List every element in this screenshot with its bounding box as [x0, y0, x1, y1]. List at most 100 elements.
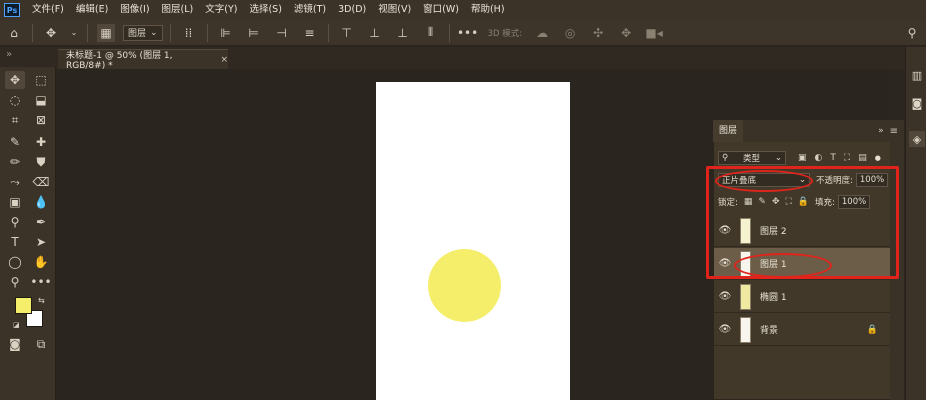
document-tab[interactable]: 未标题-1 @ 50% (图层 1, RGB/8#) * × [58, 49, 228, 71]
divider [448, 23, 450, 42]
filter-smart-object-icon[interactable]: ▤ [858, 153, 867, 163]
eyedropper-tool-icon[interactable]: ✎ [5, 133, 25, 151]
clone-stamp-tool-icon[interactable]: ⛊ [31, 153, 51, 171]
blur-tool-icon[interactable]: 💧 [31, 193, 51, 211]
default-colors-icon[interactable]: ◪ [13, 321, 20, 329]
panel-menu-icon[interactable]: ≡ [890, 126, 898, 137]
menu-select[interactable]: 选择(S) [243, 0, 287, 20]
filter-adjustment-icon[interactable]: ◐ [815, 153, 823, 163]
brush-tool-icon[interactable]: ✏ [5, 153, 25, 171]
layers-panel-tab[interactable]: 图层 [713, 120, 744, 142]
filter-toggle-icon[interactable]: ● [875, 154, 881, 162]
gradient-tool-icon[interactable]: ▣ [5, 193, 25, 211]
photoshop-logo-icon: Ps [4, 3, 20, 17]
layer-row[interactable]: 👁 椭圆 1 [714, 281, 890, 313]
eraser-tool-icon[interactable]: ⌫ [31, 173, 51, 191]
yellow-ellipse-shape[interactable] [428, 249, 501, 322]
lasso-tool-icon[interactable]: ◌ [5, 91, 25, 109]
3d-mode-label: 3D 模式: [487, 28, 523, 39]
close-icon[interactable]: × [220, 55, 228, 65]
home-icon[interactable]: ⌂ [5, 24, 23, 42]
divider [169, 23, 171, 42]
3d-scale-icon[interactable]: ■◂ [645, 24, 663, 42]
collapse-panel-icon[interactable]: » [6, 49, 12, 60]
layer-name: 椭圆 1 [760, 293, 787, 303]
align-top-icon[interactable]: ⊤ [338, 24, 356, 42]
healing-brush-tool-icon[interactable]: ✚ [31, 133, 51, 151]
align-bottom-icon[interactable]: ⊥ [394, 24, 412, 42]
object-selection-tool-icon[interactable]: ⬓ [31, 91, 51, 109]
menu-file[interactable]: 文件(F) [26, 0, 70, 20]
auto-select-dropdown[interactable]: 图层 ⌄ [123, 24, 163, 41]
libraries-icon[interactable]: ◙ [909, 95, 925, 111]
3d-orbit-icon[interactable]: ☁ [533, 24, 551, 42]
move-tool-icon[interactable]: ✥ [5, 71, 25, 89]
tools-panel: ✥ ⬚ ◌ ⬓ ⌗ ⊠ ✎ ✚ ✏ ⛊ ⤳ ⌫ ▣ 💧 ⚲ ✒ T ➤ ◯ ✋ … [0, 67, 56, 400]
divider [327, 23, 329, 42]
layer-name: 背景 [760, 326, 779, 336]
distribute-vertical-icon[interactable]: ⫴ [422, 24, 440, 42]
menu-layer[interactable]: 图层(L) [156, 0, 200, 20]
dodge-tool-icon[interactable]: ⚲ [5, 213, 25, 231]
foreground-color-swatch[interactable] [15, 297, 32, 314]
ellipse-tool-icon[interactable]: ◯ [5, 253, 25, 271]
annotation-blend-mode-ellipse [715, 170, 813, 192]
3d-slide-icon[interactable]: ✥ [617, 24, 635, 42]
options-bar: ⌂ ✥ ⌄ ▦ 图层 ⌄ ⁞⁞ ⊫ ⊨ ⊣ ≡ ⊤ ⊥ ⊥ ⫴ ••• 3D 模… [0, 20, 926, 46]
marquee-tool-icon[interactable]: ⬚ [31, 71, 51, 89]
layer-row[interactable]: 👁 背景 🔒 [714, 314, 890, 346]
layers-panel-header: 图层 » ≡ [713, 120, 904, 142]
3d-roll-icon[interactable]: ◎ [561, 24, 579, 42]
menu-3d[interactable]: 3D(D) [332, 0, 372, 20]
frame-tool-icon[interactable]: ⊠ [31, 111, 51, 129]
transform-controls-icon[interactable]: ⁞⁞ [180, 24, 198, 42]
eye-icon[interactable]: 👁 [714, 291, 736, 302]
menu-help[interactable]: 帮助(H) [465, 0, 511, 20]
more-tools-icon[interactable]: ••• [30, 273, 51, 291]
align-left-icon[interactable]: ⊫ [217, 24, 235, 42]
adjustments-icon[interactable]: ▥ [909, 67, 925, 83]
move-tool-icon[interactable]: ✥ [42, 24, 60, 42]
layers-icon[interactable]: ◈ [909, 131, 925, 147]
path-selection-tool-icon[interactable]: ➤ [31, 233, 51, 251]
filter-shape-icon[interactable]: ⛶ [844, 153, 850, 163]
filter-pixel-icon[interactable]: ▣ [798, 153, 807, 163]
menu-window[interactable]: 窗口(W) [417, 0, 465, 20]
hand-tool-icon[interactable]: ✋ [31, 253, 51, 271]
filter-type-icon[interactable]: T [830, 153, 836, 163]
collapse-panel-icon[interactable]: » [878, 126, 884, 136]
auto-select-icon[interactable]: ▦ [97, 23, 115, 42]
more-options-icon[interactable]: ••• [457, 24, 478, 42]
search-icon: ⚲ [722, 153, 729, 163]
menu-type[interactable]: 文字(Y) [199, 0, 243, 20]
chevron-down-icon[interactable]: ⌄ [70, 24, 78, 42]
menu-filter[interactable]: 滤镜(T) [288, 0, 332, 20]
layer-thumbnail [740, 316, 751, 343]
crop-tool-icon[interactable]: ⌗ [5, 111, 25, 129]
history-brush-tool-icon[interactable]: ⤳ [5, 173, 25, 191]
shape-layer-thumbnail [740, 283, 751, 310]
menu-image[interactable]: 图像(I) [114, 0, 155, 20]
eye-icon[interactable]: 👁 [714, 324, 736, 335]
annotation-layer-ellipse [734, 253, 832, 278]
3d-drag-icon[interactable]: ✣ [589, 24, 607, 42]
menu-edit[interactable]: 编辑(E) [70, 0, 114, 20]
pen-tool-icon[interactable]: ✒ [31, 213, 51, 231]
align-middle-v-icon[interactable]: ⊥ [366, 24, 384, 42]
divider [87, 23, 88, 42]
swap-colors-icon[interactable]: ⇆ [38, 296, 45, 305]
zoom-tool-icon[interactable]: ⚲ [5, 273, 25, 291]
search-icon[interactable]: ⚲ [903, 24, 921, 42]
menu-view[interactable]: 视图(V) [372, 0, 417, 20]
quick-mask-icon[interactable]: ◙ [5, 335, 25, 353]
screen-mode-icon[interactable]: ⧉ [31, 335, 51, 353]
filter-kind-dropdown[interactable]: ⚲ 类型 ⌄ [718, 151, 786, 165]
lock-icon: 🔒 [866, 324, 878, 335]
document-canvas[interactable] [376, 82, 570, 400]
type-tool-icon[interactable]: T [5, 233, 25, 251]
distribute-icon[interactable]: ≡ [301, 24, 319, 42]
divider [206, 23, 208, 42]
align-right-icon[interactable]: ⊣ [273, 24, 291, 42]
align-center-h-icon[interactable]: ⊨ [245, 24, 263, 42]
layer-filter-row: ⚲ 类型 ⌄ ▣ ◐ T ⛶ ▤ ● [714, 150, 890, 166]
